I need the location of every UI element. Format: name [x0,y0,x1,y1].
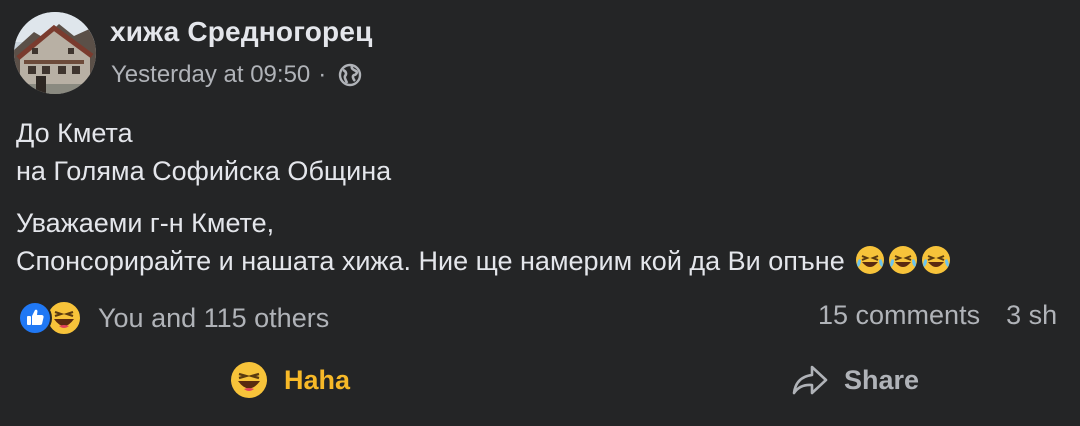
post-body: До Кмета на Голяма Софийска Община Уважа… [16,114,1076,280]
meta-separator: · [318,61,327,88]
globe-icon[interactable] [338,63,362,87]
post-line: на Голяма Софийска Община [16,156,392,186]
shares-count[interactable]: 3 sh [1006,300,1057,336]
post-stats: 15 comments 3 sh [818,300,1057,336]
laugh-emoji-icon [888,245,918,275]
share-label: Share [844,364,920,395]
reaction-summary-text[interactable]: You and 115 others [98,303,329,334]
page-avatar[interactable] [14,12,96,94]
share-icon [790,361,828,399]
post-timestamp[interactable]: Yesterday at 09:50 [111,61,310,89]
post-line: Спонсорирайте и нашата хижа. Ние ще наме… [16,246,845,276]
author-name[interactable]: хижа Средногорец [110,16,373,48]
comments-count[interactable]: 15 comments [818,300,980,336]
laugh-emoji-icon [921,245,951,275]
laugh-emoji-icon [855,245,885,275]
like-reaction-icon [18,301,52,335]
share-button[interactable]: Share [790,358,919,402]
haha-reaction-button[interactable]: Haha [230,358,350,402]
haha-reaction-label: Haha [284,364,351,395]
haha-reaction-icon [230,361,268,399]
post-meta: Yesterday at 09:50 · [111,58,362,92]
post-line: До Кмета [16,118,133,148]
post-paragraph: До Кмета на Голяма Софийска Община [16,114,1076,190]
reaction-summary[interactable]: You and 115 others [18,298,329,338]
post-line: Уважаеми г-н Кмете, [16,208,275,238]
facebook-post: хижа Средногорец Yesterday at 09:50 · До… [0,0,1080,426]
post-paragraph: Уважаеми г-н Кмете, Спонсорирайте и наша… [16,204,1076,280]
